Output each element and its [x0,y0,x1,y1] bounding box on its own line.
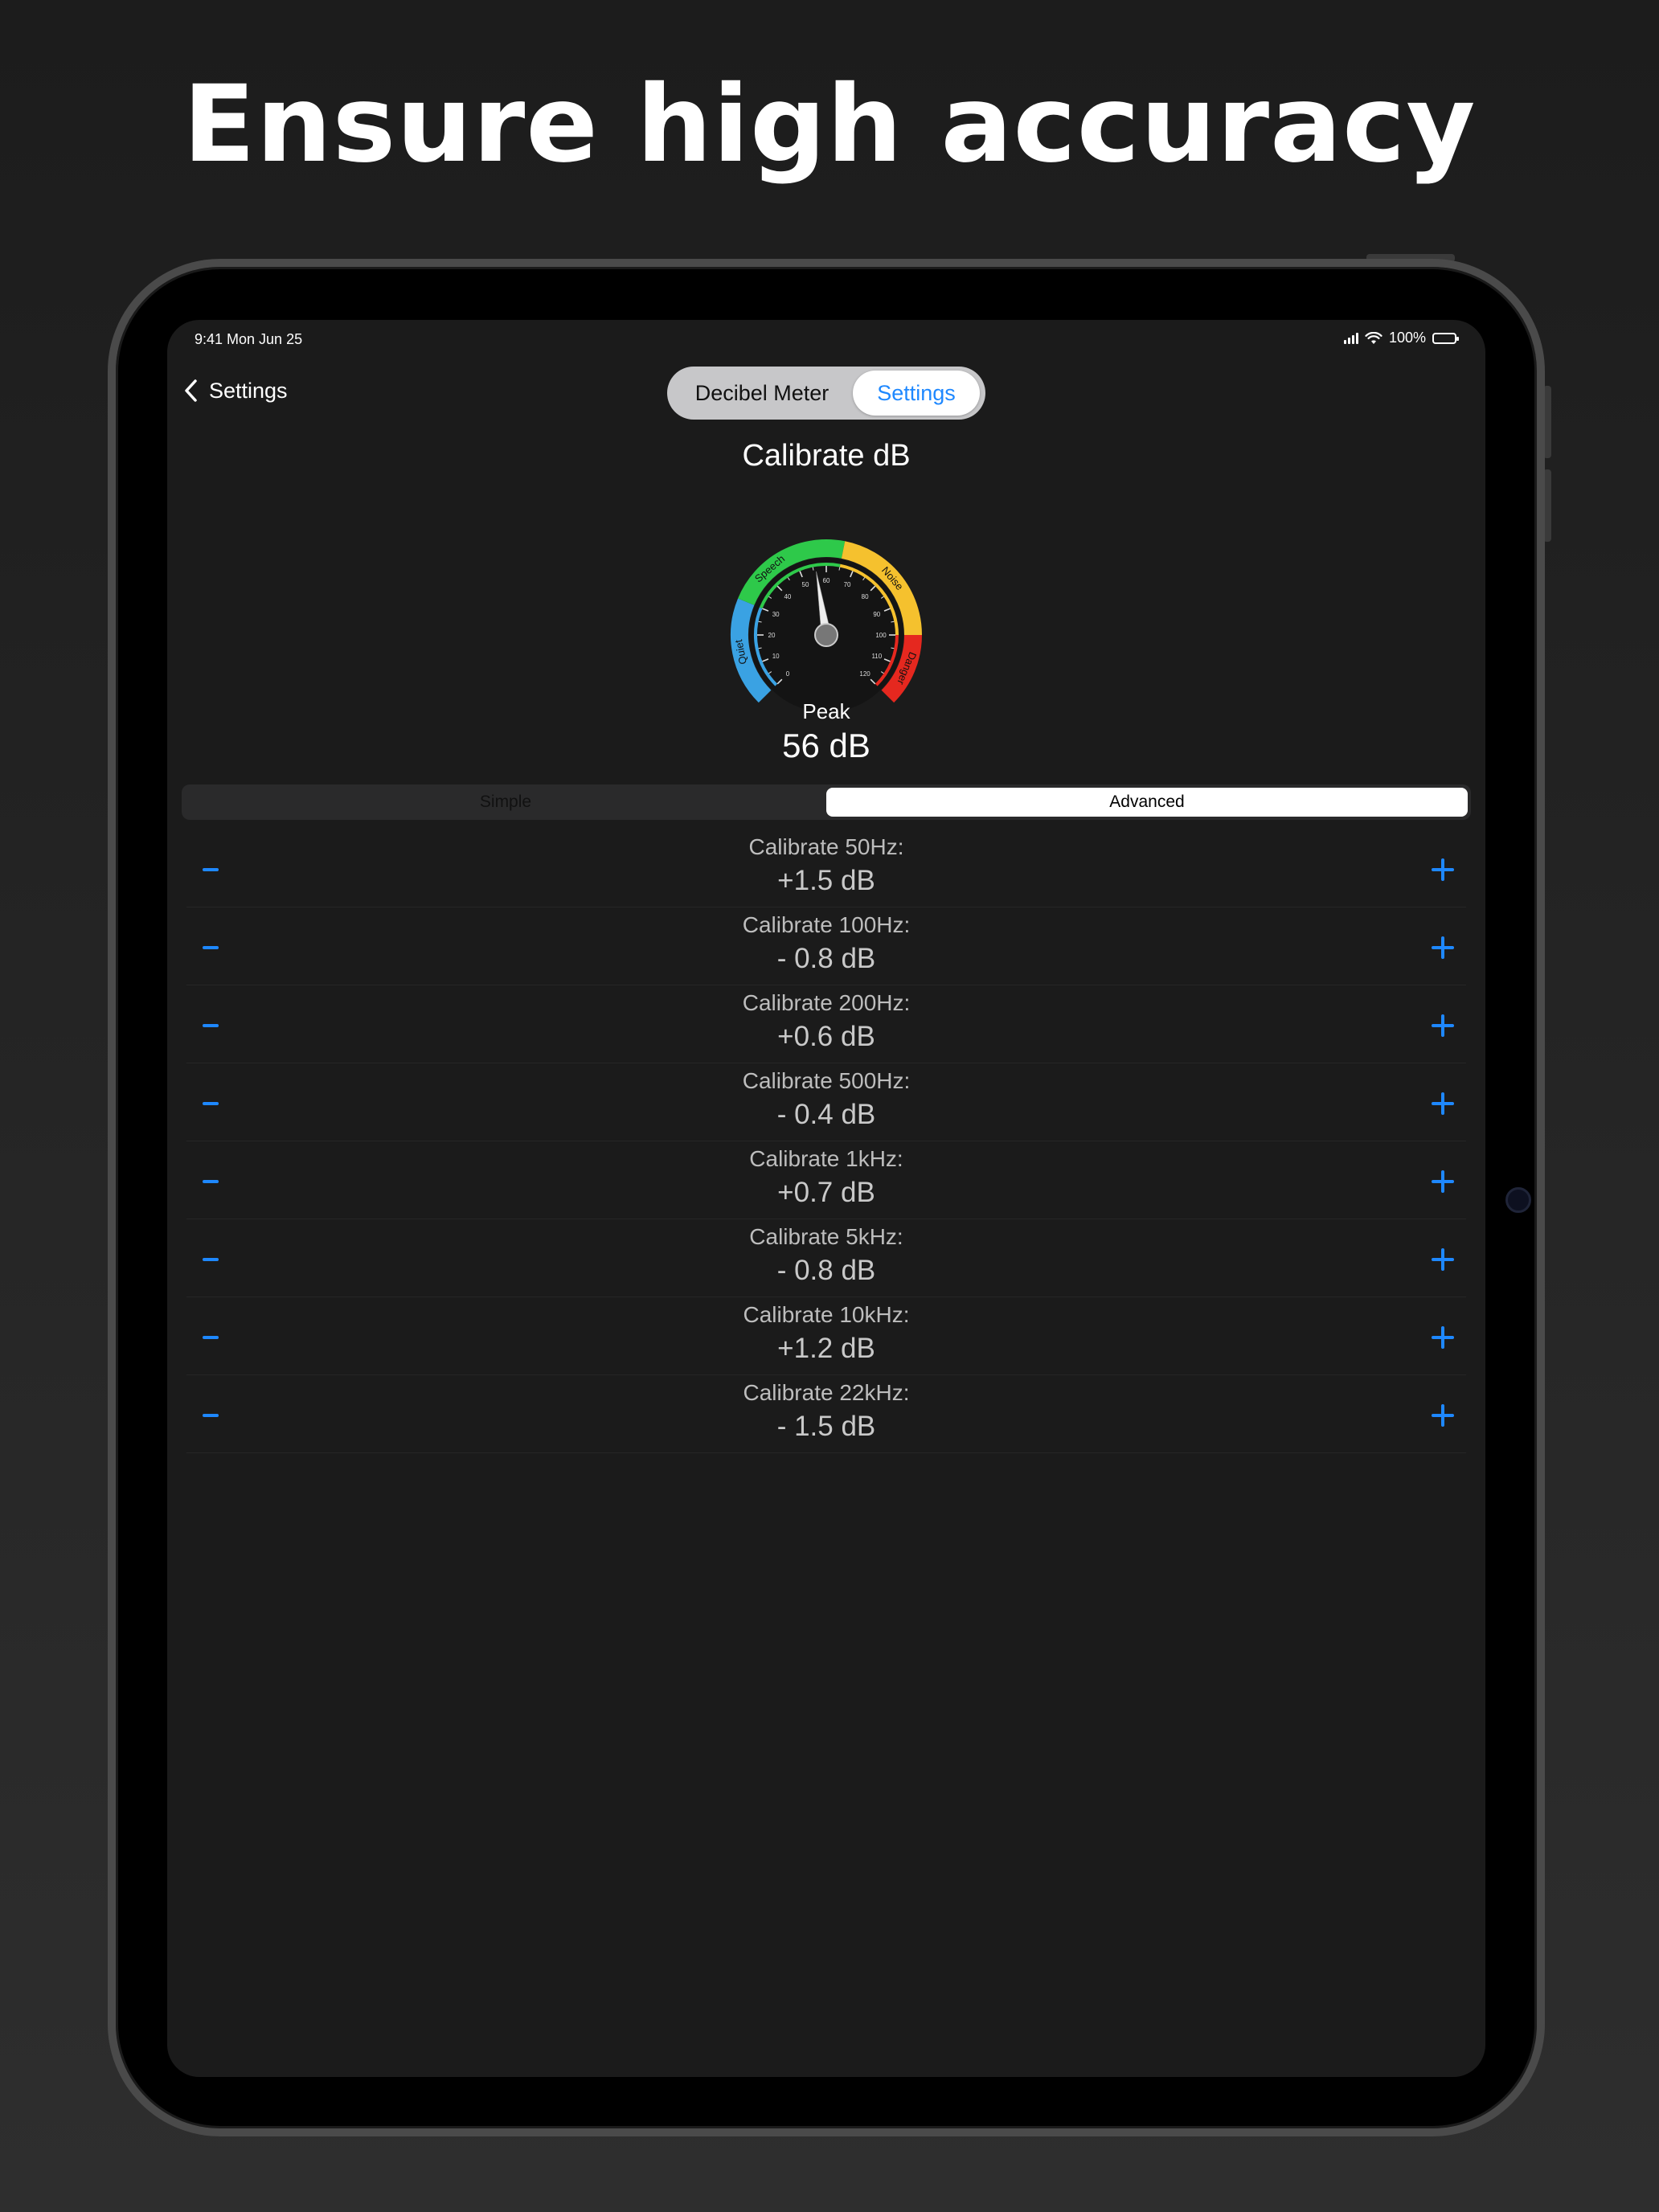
calibration-label: Calibrate 5kHz: [749,1224,903,1249]
back-label: Settings [209,378,288,403]
calibration-list: Calibrate 50Hz: +1.5 dB Calibrate 100Hz:… [186,830,1466,1453]
gauge-tick-label: 60 [823,577,830,584]
headline: Ensure high accuracy [182,63,1477,186]
calibration-value: - 1.5 dB [776,1411,876,1442]
increase-button[interactable] [1424,852,1460,887]
calibration-row: Calibrate 5kHz: - 0.8 dB [186,1219,1466,1297]
gauge-tick-label: 90 [873,611,880,618]
calibration-row: Calibrate 22kHz: - 1.5 dB [186,1375,1466,1453]
chevron-left-icon [185,379,197,402]
calibration-label: Calibrate 200Hz: [742,990,911,1015]
back-button[interactable]: Settings [183,373,288,408]
calibration-value: - 0.8 dB [776,943,876,974]
battery-percent: 100% [1388,330,1426,346]
calibration-value: - 0.8 dB [776,1255,876,1286]
increase-button[interactable] [1424,930,1460,965]
calibration-value: +1.2 dB [777,1333,875,1364]
increase-button[interactable] [1424,1086,1460,1121]
calibration-label: Calibrate 10kHz: [743,1302,910,1327]
cellular-signal-icon [1343,332,1358,344]
increase-button[interactable] [1424,1398,1460,1433]
calibration-row: Calibrate 200Hz: +0.6 dB [186,985,1466,1063]
calibration-value: +1.5 dB [777,865,875,896]
gauge-tick-label: 80 [862,593,869,600]
increase-button[interactable] [1424,1008,1460,1043]
gauge-needle-hub [814,623,838,647]
wifi-icon [1365,331,1382,344]
gauge-tick-label: 0 [786,670,790,678]
gauge-tick-label: 50 [802,581,809,588]
gauge-tick-label: 30 [772,611,780,618]
calibration-value: +0.6 dB [777,1021,875,1052]
gauge-tick-label: 20 [768,632,776,639]
increase-button[interactable] [1424,1320,1460,1355]
calibration-row: Calibrate 50Hz: +1.5 dB [186,830,1466,907]
calibration-value: - 0.4 dB [776,1099,876,1130]
gauge-tick-label: 100 [875,632,887,639]
calibration-label: Calibrate 500Hz: [742,1068,911,1093]
peak-value: 56 dB [782,727,870,764]
gauge-tick-label: 70 [844,581,851,588]
front-camera [1505,1187,1531,1213]
tab-decibel-meter[interactable]: Decibel Meter [671,371,853,416]
mode-segmented-control: Simple Advanced [182,784,1471,820]
calibration-row: Calibrate 100Hz: - 0.8 dB [186,907,1466,985]
top-segmented-control: Decibel Meter Settings [667,367,985,420]
increase-button[interactable] [1424,1164,1460,1199]
status-indicators: 100% [1343,330,1459,346]
tab-settings[interactable]: Settings [853,371,980,416]
calibration-label: Calibrate 22kHz: [743,1380,910,1405]
calibration-label: Calibrate 100Hz: [742,912,911,937]
gauge-tick-label: 110 [871,653,882,660]
gauge-tick-label: 10 [772,653,780,660]
calibration-row: Calibrate 500Hz: - 0.4 dB [186,1063,1466,1141]
tab-simple[interactable]: Simple [185,788,826,817]
calibration-value: +0.7 dB [777,1177,875,1208]
peak-label: Peak [802,699,850,723]
page-title: Calibrate dB [742,439,911,473]
battery-icon [1432,332,1459,344]
status-bar: 9:41 Mon Jun 25 100% [167,320,1485,357]
increase-button[interactable] [1424,1242,1460,1277]
calibration-label: Calibrate 1kHz: [749,1146,903,1171]
tab-advanced[interactable]: Advanced [826,788,1468,817]
status-time: 9:41 Mon Jun 25 [195,331,303,347]
calibration-label: Calibrate 50Hz: [748,834,904,859]
calibration-row: Calibrate 1kHz: +0.7 dB [186,1141,1466,1219]
app-screen: 9:41 Mon Jun 25 100% Settings Decibel Me… [167,320,1485,2077]
calibration-row: Calibrate 10kHz: +1.2 dB [186,1297,1466,1375]
gauge-tick-label: 40 [784,593,791,600]
gauge-tick-label: 120 [859,670,870,678]
